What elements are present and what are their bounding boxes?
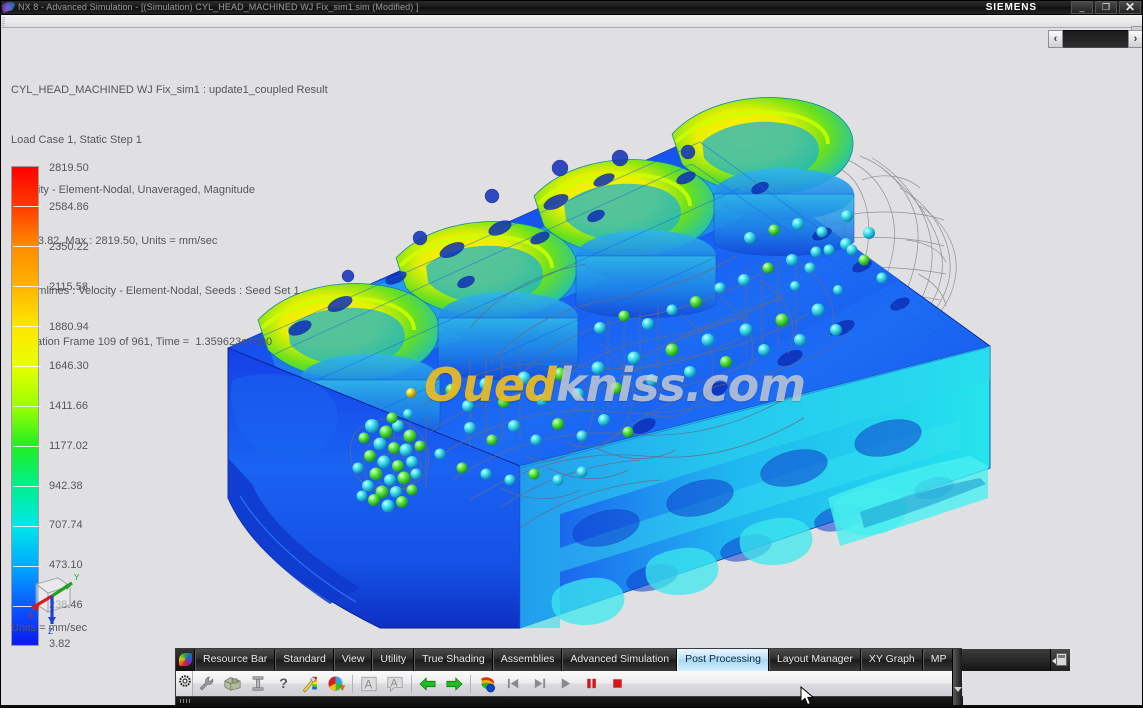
legend-label-8: 942.38: [49, 480, 83, 492]
legend-label-5: 1646.30: [49, 360, 89, 372]
tab-layout-manager[interactable]: Layout Manager: [769, 649, 861, 671]
svg-text:X: X: [28, 611, 34, 620]
annotation-tool-button[interactable]: A: [356, 672, 382, 696]
first-frame-icon: [506, 676, 521, 691]
arrow-right-icon: [445, 676, 463, 692]
nx-application-window: NX 8 - Advanced Simulation - [(Simulatio…: [0, 0, 1143, 708]
legend-label-12: 3.82: [49, 638, 70, 648]
minimize-button[interactable]: _: [1071, 1, 1093, 14]
animation-icon: [478, 675, 497, 693]
color-sphere-icon: [327, 675, 346, 693]
legend-label-4: 1880.94: [49, 321, 89, 333]
tab-advanced-simulation[interactable]: Advanced Simulation: [562, 649, 677, 671]
tab-resource-bar[interactable]: Resource Bar: [195, 649, 275, 671]
ibeam-probe-icon: [251, 675, 265, 692]
toolbar-separator-3: [470, 675, 471, 693]
tab-true-shading[interactable]: True Shading: [414, 649, 493, 671]
note-tool-button[interactable]: A: [382, 672, 408, 696]
colorbar-wand-icon: [301, 675, 320, 693]
siemens-brand-label: SIEMENS: [986, 0, 1037, 15]
bottom-dock-toolbar[interactable]: Resource Bar Standard View Utility True …: [175, 648, 962, 706]
legend-label-3: 2115.58: [49, 281, 88, 293]
toolbar-drag-grip[interactable]: [176, 671, 193, 697]
scroll-left-button[interactable]: ‹: [1048, 30, 1063, 48]
play-icon: [558, 676, 573, 691]
toolbar-separator-1: [352, 675, 353, 693]
pause-button[interactable]: [578, 672, 604, 696]
last-frame-icon: [532, 676, 547, 691]
previous-iteration-button[interactable]: [415, 672, 441, 696]
toolbar-overflow-button[interactable]: [1050, 649, 1070, 671]
gear-icon[interactable]: [179, 675, 191, 687]
wrench-tool-button[interactable]: [193, 672, 219, 696]
tab-standard[interactable]: Standard: [275, 649, 334, 671]
tab-assemblies[interactable]: Assemblies: [493, 649, 563, 671]
nx-logo-icon: [2, 1, 15, 14]
chevron-down-icon[interactable]: [954, 687, 962, 692]
stop-icon: [610, 676, 625, 691]
window-controls: _ ❐ ✕: [1071, 0, 1141, 15]
tab-mp[interactable]: MP: [923, 649, 955, 671]
svg-text:?: ?: [279, 676, 288, 692]
last-frame-button[interactable]: [526, 672, 552, 696]
toolbar-icon-row[interactable]: ?: [176, 671, 963, 697]
dock-right-edge[interactable]: [952, 649, 962, 707]
text-annotation-icon: A: [360, 675, 378, 693]
units-label: Units = mm/sec: [11, 622, 87, 634]
scroll-right-button[interactable]: ›: [1128, 30, 1143, 48]
graphics-viewport[interactable]: Ouedkniss.com CYL_HEAD_MACHINED WJ Fix_s…: [0, 28, 1143, 648]
pause-icon: [584, 676, 599, 691]
text-callout-icon: A: [386, 675, 404, 693]
stop-button[interactable]: [604, 672, 630, 696]
toolbar-grip-icon[interactable]: [2, 17, 5, 26]
svg-text:A: A: [391, 677, 399, 689]
legend-label-7: 1177.02: [49, 440, 88, 452]
status-left-pane: [0, 648, 175, 708]
title-bar: NX 8 - Advanced Simulation - [(Simulatio…: [0, 0, 1143, 15]
solid-part-icon: [223, 675, 242, 692]
toolbar-app-logo-icon: [176, 649, 195, 671]
fea-model-render[interactable]: [0, 28, 1143, 648]
animation-tool-button[interactable]: [474, 672, 500, 696]
legend-label-0: 2819.50: [49, 162, 89, 174]
scrollbar-corner-cap: [1131, 26, 1143, 31]
toolbar-bottom-grip-icon[interactable]: [180, 699, 192, 703]
legend-label-6: 1411.66: [49, 400, 88, 412]
edit-post-view-tool-button[interactable]: [297, 672, 323, 696]
toolbar-separator-2: [411, 675, 412, 693]
color-display-tool-button[interactable]: [323, 672, 349, 696]
toolbar-bottom-scroll[interactable]: [176, 696, 963, 705]
horizontal-scrollbar[interactable]: ‹ ›: [1048, 29, 1143, 49]
solid-part-tool-button[interactable]: [219, 672, 245, 696]
svg-text:Y: Y: [74, 573, 80, 582]
arrow-left-icon: [419, 676, 437, 692]
next-iteration-button[interactable]: [441, 672, 467, 696]
close-button[interactable]: ✕: [1119, 1, 1141, 14]
help-tool-button[interactable]: ?: [271, 672, 297, 696]
legend-label-9: 707.74: [49, 519, 83, 531]
scroll-track[interactable]: [1063, 30, 1128, 48]
tab-view[interactable]: View: [334, 649, 373, 671]
first-frame-button[interactable]: [500, 672, 526, 696]
menu-toolbar-strip[interactable]: [0, 15, 1143, 28]
question-help-icon: ?: [277, 675, 291, 692]
window-title: NX 8 - Advanced Simulation - [(Simulatio…: [18, 0, 419, 15]
svg-text:A: A: [365, 678, 373, 691]
toolbar-tab-row[interactable]: Resource Bar Standard View Utility True …: [176, 649, 963, 671]
play-button[interactable]: [552, 672, 578, 696]
tab-post-processing[interactable]: Post Processing: [677, 649, 769, 671]
restore-button[interactable]: ❐: [1095, 1, 1117, 14]
legend-label-1: 2584.86: [49, 201, 89, 213]
legend-label-2: 2350.22: [49, 241, 89, 253]
toolbar-tab-filler: [955, 649, 1050, 671]
wrench-icon: [198, 675, 215, 692]
tab-xy-graph[interactable]: XY Graph: [861, 649, 923, 671]
ibeam-probe-tool-button[interactable]: [245, 672, 271, 696]
tab-utility[interactable]: Utility: [372, 649, 414, 671]
